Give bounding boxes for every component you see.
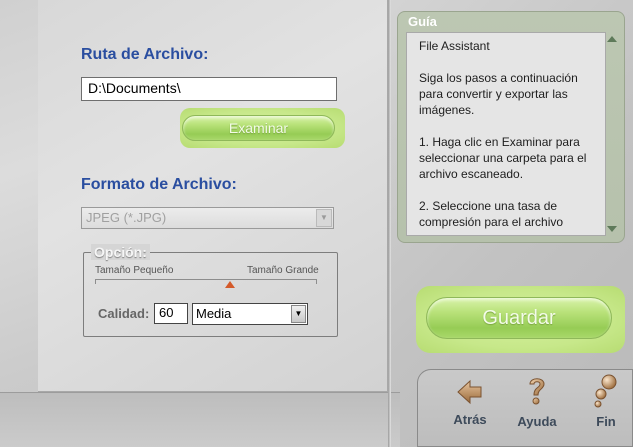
- guide-scrollbar[interactable]: [605, 32, 619, 236]
- back-arrow-icon: [457, 379, 482, 405]
- file-format-value: JPEG (*.JPG): [86, 210, 167, 225]
- help-button[interactable]: Ayuda: [513, 374, 561, 429]
- guide-title: Guía: [408, 14, 437, 29]
- scroll-down-icon[interactable]: [607, 226, 617, 232]
- scale-tick-min: [95, 279, 96, 284]
- file-path-label: Ruta de Archivo:: [81, 46, 209, 63]
- exit-bubbles-icon: [594, 374, 617, 408]
- exit-button[interactable]: Fin: [586, 374, 626, 429]
- chevron-down-icon[interactable]: ▼: [291, 305, 306, 323]
- quality-preset-select[interactable]: Media ▼: [192, 303, 308, 325]
- quality-label: Calidad:: [98, 306, 150, 321]
- back-label: Atrás: [453, 412, 487, 427]
- guide-text: File Assistant Siga los pasos a continua…: [406, 32, 606, 236]
- question-mark-icon: [529, 378, 545, 405]
- option-legend: Opción:: [91, 244, 150, 260]
- guide-paragraph: 2. Seleccione una tasa de compresión par…: [419, 199, 564, 229]
- help-label: Ayuda: [517, 414, 557, 429]
- back-button[interactable]: Atrás: [448, 378, 492, 427]
- file-format-label: Formato de Archivo:: [81, 176, 237, 193]
- exit-label: Fin: [596, 414, 616, 429]
- scale-max-label: Tamaño Grande: [247, 265, 319, 276]
- bottom-rail: [0, 392, 400, 447]
- file-path-input[interactable]: D:\Documents\: [81, 77, 337, 101]
- save-button[interactable]: Guardar: [426, 297, 612, 339]
- file-format-select[interactable]: JPEG (*.JPG) ▼: [81, 207, 334, 229]
- guide-paragraph: 1. Haga clic en Examinar para selecciona…: [419, 135, 587, 181]
- quality-slider-handle[interactable]: [225, 281, 235, 288]
- scale-tick-max: [316, 279, 317, 284]
- scroll-up-icon[interactable]: [607, 36, 617, 42]
- browse-button[interactable]: Examinar: [182, 115, 335, 141]
- quality-input[interactable]: 60: [154, 303, 188, 324]
- quality-preset-value: Media: [196, 306, 232, 321]
- panel-divider: [388, 0, 391, 447]
- guide-paragraph: File Assistant: [419, 39, 490, 53]
- chevron-down-icon[interactable]: ▼: [316, 209, 332, 227]
- scale-min-label: Tamaño Pequeño: [95, 265, 174, 276]
- guide-paragraph: Siga los pasos a continuación para conve…: [419, 71, 578, 117]
- quality-slider-track[interactable]: [95, 279, 317, 280]
